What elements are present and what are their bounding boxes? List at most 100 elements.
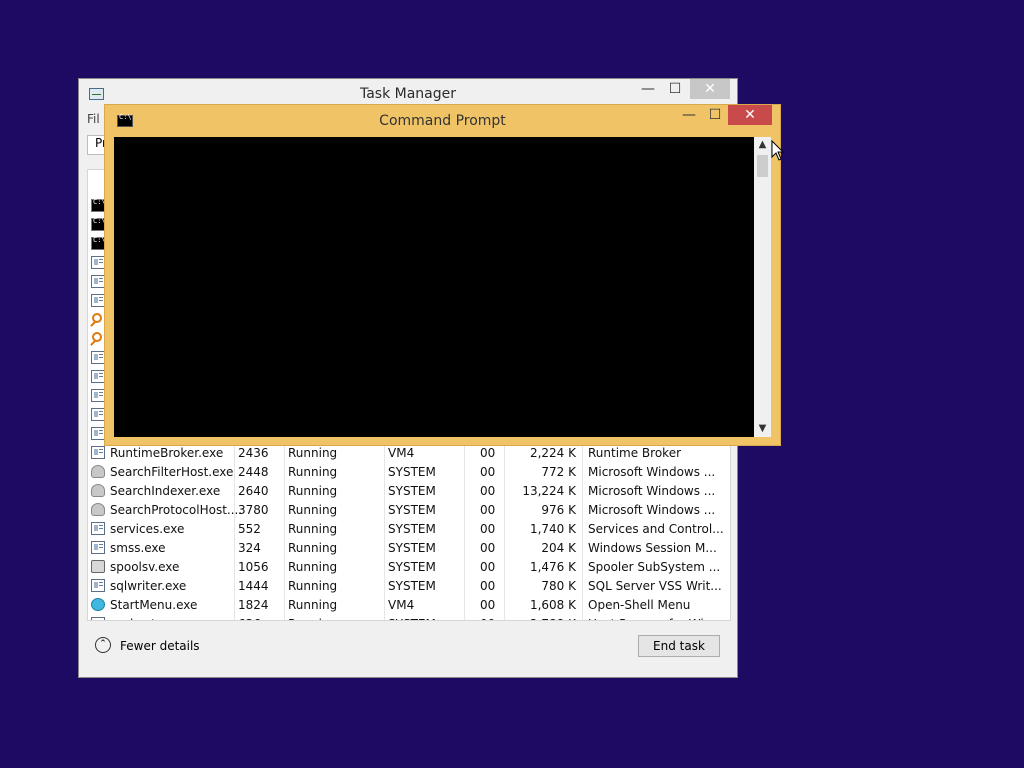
window-icon bbox=[91, 370, 105, 383]
process-description: Microsoft Windows ... bbox=[588, 503, 716, 517]
table-row[interactable]: sqlwriter.exe 1444 Running SYSTEM 00 780 K SQL… bbox=[88, 577, 722, 596]
scroll-up-icon[interactable]: ▲ bbox=[754, 137, 771, 153]
process-pid: 2640 bbox=[238, 484, 269, 498]
process-user: SYSTEM bbox=[388, 484, 436, 498]
process-pid: 1824 bbox=[238, 598, 269, 612]
user-icon bbox=[91, 465, 105, 478]
process-status: Running bbox=[288, 541, 338, 555]
table-row[interactable]: spoolsv.exe 1056 Running SYSTEM 00 1,476 K Spo… bbox=[88, 558, 720, 577]
fewer-details-link[interactable]: Fewer details bbox=[120, 639, 200, 653]
process-memory: 204 K bbox=[541, 541, 576, 555]
process-name: StartMenu.exe bbox=[110, 598, 198, 612]
process-user: SYSTEM bbox=[388, 503, 436, 517]
process-description: Windows Session M... bbox=[588, 541, 717, 555]
process-cpu: 00 bbox=[480, 446, 496, 460]
process-pid: 636 bbox=[238, 617, 261, 620]
task-manager-titlebar[interactable]: Task Manager — ☐ ✕ bbox=[79, 79, 737, 107]
printer-icon bbox=[91, 560, 105, 573]
end-task-button[interactable]: End task bbox=[638, 635, 720, 657]
process-memory: 780 K bbox=[541, 579, 576, 593]
process-name: sqlwriter.exe bbox=[110, 579, 187, 593]
cmd-icon bbox=[91, 198, 106, 212]
close-button[interactable]: ✕ bbox=[728, 105, 772, 125]
process-pid: 324 bbox=[238, 541, 261, 555]
window-icon bbox=[91, 351, 105, 364]
process-description: Spooler SubSystem ... bbox=[588, 560, 721, 574]
table-row[interactable]: StartMenu.exe 1824 Running VM4 00 1,608 K Open… bbox=[88, 596, 714, 615]
search-icon bbox=[92, 313, 102, 323]
chevron-up-icon[interactable]: ⌃ bbox=[95, 637, 111, 653]
menu-file[interactable]: Fil bbox=[87, 112, 100, 126]
close-button[interactable]: ✕ bbox=[690, 79, 730, 99]
process-user: SYSTEM bbox=[388, 560, 436, 574]
process-cpu: 00 bbox=[480, 541, 496, 555]
process-cpu: 00 bbox=[480, 598, 496, 612]
process-user: SYSTEM bbox=[388, 579, 436, 593]
cmd-icon bbox=[91, 217, 106, 231]
process-cpu: 00 bbox=[480, 560, 496, 574]
window-icon bbox=[91, 389, 105, 402]
process-name: smss.exe bbox=[110, 541, 166, 555]
table-row[interactable]: smss.exe 324 Running SYSTEM 00 204 K Windows S… bbox=[88, 539, 717, 558]
process-cpu: 00 bbox=[480, 484, 496, 498]
process-pid: 2448 bbox=[238, 465, 269, 479]
process-status: Running bbox=[288, 617, 337, 620]
process-memory: 1,476 K bbox=[529, 560, 576, 574]
process-status: Running bbox=[288, 484, 338, 498]
process-user: SYSTEM bbox=[388, 465, 436, 479]
window-icon bbox=[91, 617, 105, 620]
process-cpu: 00 bbox=[480, 503, 496, 517]
window-icon bbox=[91, 579, 105, 592]
process-user: SYSTEM bbox=[388, 522, 436, 536]
minimize-button[interactable]: — bbox=[676, 105, 702, 125]
process-status: Running bbox=[288, 598, 338, 612]
window-icon bbox=[91, 446, 105, 459]
process-name: SearchIndexer.exe bbox=[110, 484, 221, 498]
vertical-scrollbar[interactable]: ▲ ▼ bbox=[754, 137, 771, 437]
process-memory: 772 K bbox=[541, 465, 576, 479]
process-status: Running bbox=[288, 579, 338, 593]
process-cpu: 00 bbox=[480, 465, 496, 479]
process-description: Services and Control... bbox=[588, 522, 724, 536]
window-icon bbox=[91, 541, 105, 554]
process-description: SQL Server VSS Writ... bbox=[588, 579, 722, 593]
process-name: svchost.exe bbox=[110, 617, 181, 620]
window-icon bbox=[91, 408, 105, 421]
user-icon bbox=[91, 484, 105, 497]
maximize-button[interactable]: ☐ bbox=[662, 79, 688, 99]
table-row[interactable]: RuntimeBroker.exe 2436 Running VM4 00 2,224 K… bbox=[88, 444, 714, 463]
process-memory: 1,740 K bbox=[529, 522, 576, 536]
table-row[interactable]: SearchProtocolHost.... 3780 Running SYSTEM 0… bbox=[88, 501, 716, 520]
process-memory: 2,788 K bbox=[530, 617, 576, 620]
window-icon bbox=[91, 275, 105, 288]
process-cpu: 00 bbox=[480, 522, 496, 536]
table-row[interactable]: services.exe 552 Running SYSTEM 00 1,740 K Ser… bbox=[88, 520, 724, 539]
process-memory: 13,224 K bbox=[522, 484, 576, 498]
table-row[interactable]: svchost.exe 636 Running SYSTEM 00 2,788 K Host… bbox=[88, 615, 715, 620]
process-memory: 2,224 K bbox=[529, 446, 576, 460]
process-status: Running bbox=[288, 503, 338, 517]
console-area[interactable] bbox=[114, 137, 754, 437]
process-name: spoolsv.exe bbox=[110, 560, 180, 574]
window-icon bbox=[91, 256, 105, 269]
process-pid: 3780 bbox=[238, 503, 269, 517]
process-user: VM4 bbox=[388, 446, 415, 460]
process-memory: 1,608 K bbox=[529, 598, 576, 612]
table-row[interactable]: SearchIndexer.exe 2640 Running SYSTEM 00 13,2… bbox=[88, 482, 715, 501]
start-icon bbox=[91, 598, 105, 611]
process-cpu: 00 bbox=[480, 617, 495, 620]
cmd-icon bbox=[91, 236, 106, 250]
process-pid: 552 bbox=[238, 522, 261, 536]
process-status: Running bbox=[288, 465, 338, 479]
scroll-down-icon[interactable]: ▼ bbox=[754, 421, 771, 437]
process-memory: 976 K bbox=[541, 503, 576, 517]
command-prompt-window[interactable]: Command Prompt — ☐ ✕ ▲ ▼ bbox=[104, 104, 781, 446]
minimize-button[interactable]: — bbox=[635, 79, 661, 99]
process-description: Open-Shell Menu bbox=[588, 598, 691, 612]
window-icon bbox=[91, 427, 105, 440]
process-pid: 2436 bbox=[238, 446, 269, 460]
process-status: Running bbox=[288, 560, 338, 574]
scroll-thumb[interactable] bbox=[757, 155, 768, 177]
maximize-button[interactable]: ☐ bbox=[702, 105, 728, 125]
table-row[interactable]: SearchFilterHost.exe 2448 Running SYSTEM 00 7… bbox=[88, 463, 715, 482]
